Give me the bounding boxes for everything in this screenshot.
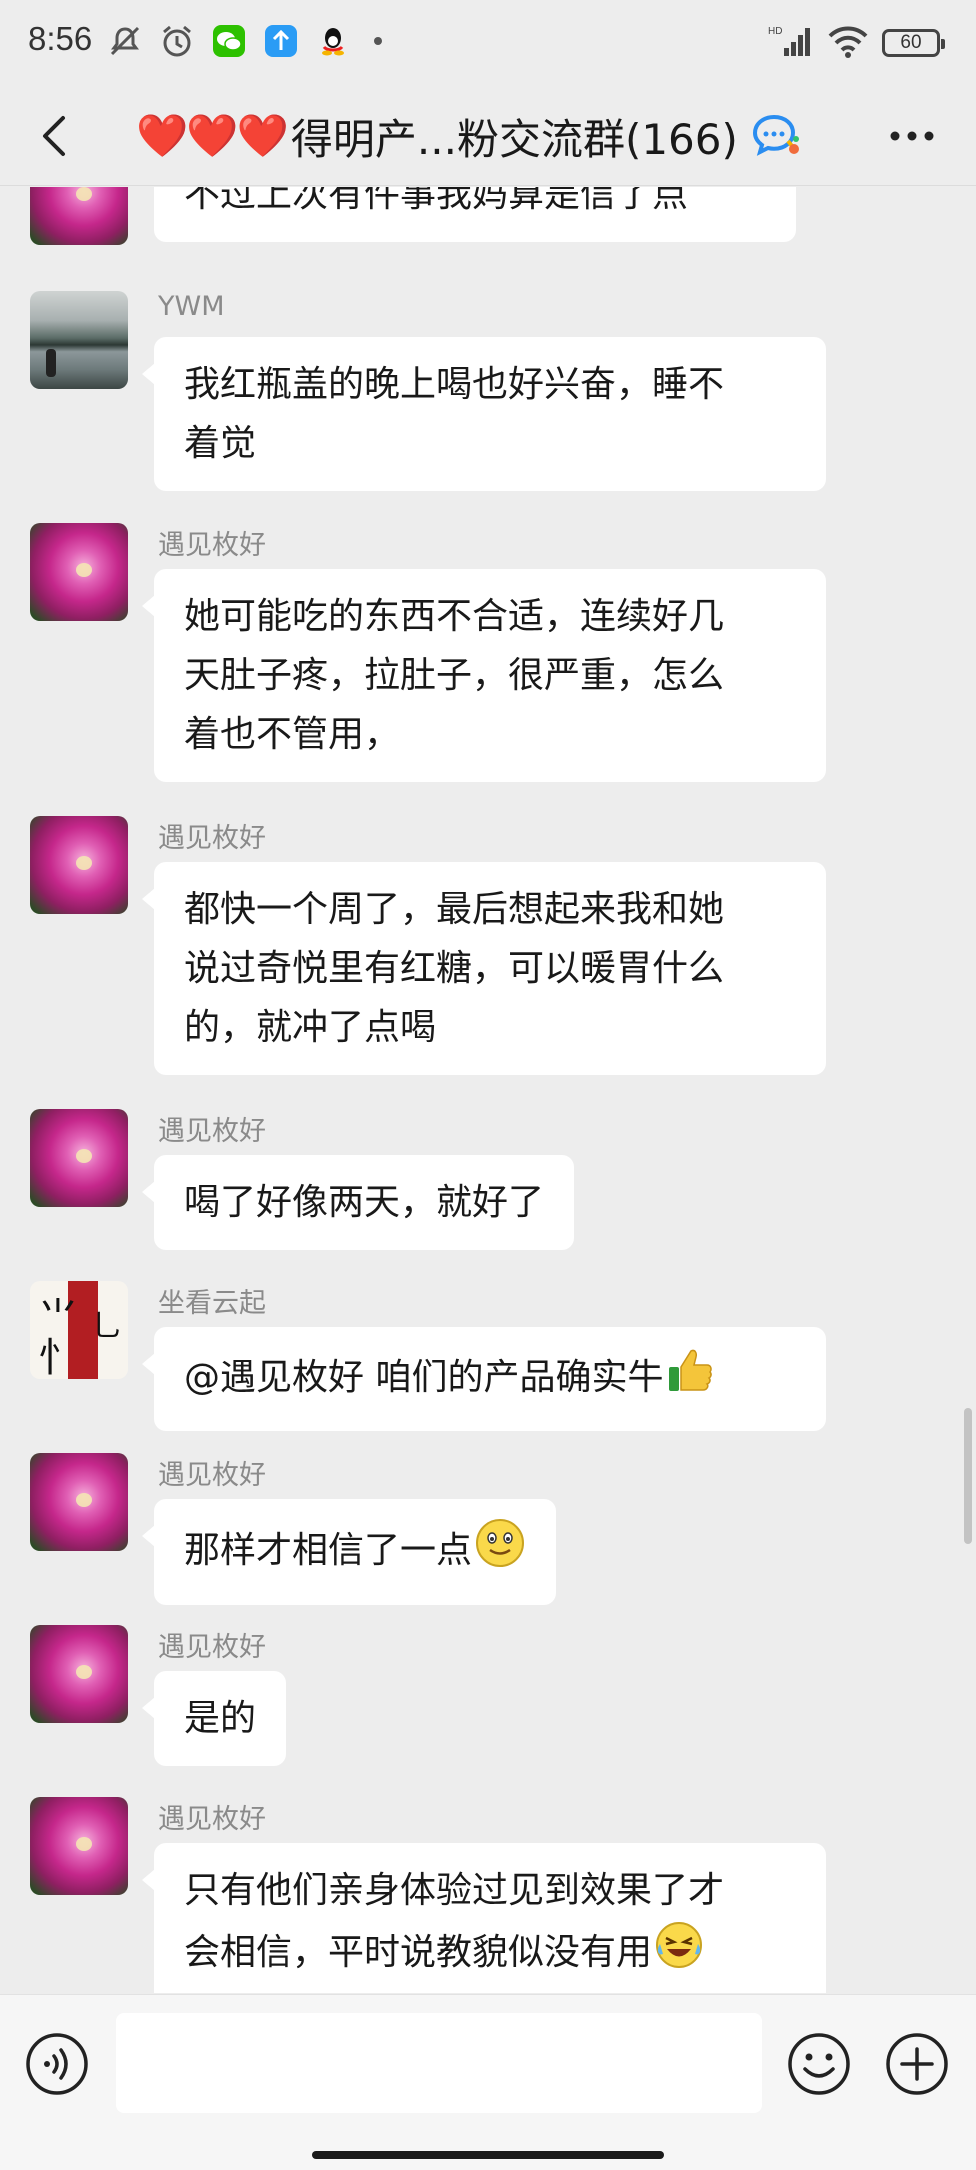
message-input[interactable] [116, 2013, 762, 2113]
signal-icon: HD [768, 24, 814, 62]
wechat-icon [210, 22, 248, 60]
message-bubble[interactable]: 她可能吃的东西不合适，连续好几 天肚子疼，拉肚子，很严重，怎么 着也不管用， [142, 569, 826, 782]
message-text-line: 着觉 [184, 423, 257, 464]
message-text-line: 说过奇悦里有红糖，可以暖胃什么 [184, 948, 725, 989]
message-bubble[interactable]: 喝了好像两天，就好了 [141, 1155, 575, 1250]
back-button[interactable] [24, 106, 84, 166]
message-text: 会相信，平时说教貌似没有用 [184, 1932, 653, 1973]
avatar[interactable] [30, 1109, 128, 1207]
message-bubble[interactable]: 只有他们亲身体验过见到效果了才 会相信，平时说教貌似没有用 [142, 1843, 826, 1993]
message-text-line: 她可能吃的东西不合适，连续好几 [184, 596, 725, 637]
avatar[interactable] [30, 1797, 128, 1895]
group-name: 得明产...粉交流群(166) [290, 114, 738, 164]
thumbs-up-emoji [665, 1345, 715, 1413]
message-text-line: 着也不管用， [184, 714, 401, 755]
more-actions-button[interactable] [884, 2031, 950, 2097]
more-options-button[interactable] [882, 108, 942, 164]
group-chat-bubble-icon [750, 110, 802, 162]
chat-header: ❤️❤️❤️ 得明产...粉交流群(166) [0, 86, 976, 186]
message-list[interactable]: 不过上次有件事我妈算是信了点 YWM 我红瓶盖的晚上喝也好兴奋，睡不 着觉 遇见… [0, 187, 976, 1993]
network-label: HD [768, 26, 782, 37]
sender-name: YWM [158, 291, 225, 322]
sender-name: 遇见枚好 [158, 530, 266, 561]
message-text-line: 喝了好像两天，就好了 [184, 1182, 545, 1223]
sender-name: 遇见枚好 [158, 1116, 266, 1147]
message-bubble[interactable]: 不过上次有件事我妈算是信了点 [154, 187, 796, 242]
message-text-line: @遇见枚好 咱们的产品确实牛 [184, 1345, 796, 1413]
message-bubble[interactable]: 那样才相信了一点 [141, 1499, 557, 1605]
avatar[interactable] [30, 523, 128, 621]
message-bubble[interactable]: 都快一个周了，最后想起来我和她 说过奇悦里有红糖，可以暖胃什么 的，就冲了点喝 [142, 862, 826, 1075]
upload-icon [262, 22, 300, 60]
message-text-line: 我红瓶盖的晚上喝也好兴奋，睡不 [184, 364, 725, 405]
input-bar [0, 1994, 976, 2170]
sender-name: 遇见枚好 [158, 1632, 266, 1663]
message-text-line: 天肚子疼，拉肚子，很严重，怎么 [184, 655, 725, 696]
emoji-face-icon [788, 2033, 850, 2095]
scrollbar[interactable] [964, 1408, 972, 1544]
status-system-icons: HD 60 [768, 24, 945, 62]
avatar[interactable]: ⺌ ⺖ ⺃ [30, 1281, 128, 1379]
message-text: @遇见枚好 咱们的产品确实牛 [184, 1357, 664, 1398]
message-text-line: 那样才相信了一点 [184, 1517, 526, 1587]
home-indicator[interactable] [312, 2151, 664, 2159]
title-hearts: ❤️❤️❤️ [136, 111, 289, 160]
smile-emoji [474, 1517, 526, 1587]
message-bubble[interactable]: 是的 [141, 1671, 287, 1766]
more-dots-icon [890, 131, 934, 141]
message-text-line: 的，就冲了点喝 [184, 1007, 437, 1048]
message-text: 那样才相信了一点 [184, 1530, 473, 1571]
wifi-icon [828, 24, 868, 62]
message-text-line: 都快一个周了，最后想起来我和她 [184, 889, 725, 930]
mute-vibrate-icon [106, 22, 144, 60]
status-bar: 8:56 HD 60 [0, 0, 976, 86]
avatar[interactable] [30, 816, 128, 914]
alarm-icon [158, 22, 196, 60]
avatar[interactable] [30, 187, 128, 245]
status-notification-icons [106, 22, 382, 60]
voice-icon [26, 2033, 88, 2095]
plus-circle-icon [886, 2033, 948, 2095]
message-text-line: 是的 [184, 1698, 257, 1739]
avatar[interactable] [30, 1625, 128, 1723]
status-time: 8:56 [28, 20, 93, 57]
qq-icon [314, 22, 352, 60]
message-bubble[interactable]: 我红瓶盖的晚上喝也好兴奋，睡不 着觉 [142, 337, 826, 491]
avatar[interactable] [30, 1453, 128, 1551]
message-text-line: 会相信，平时说教貌似没有用 [184, 1920, 796, 1988]
chat-title[interactable]: ❤️❤️❤️ 得明产...粉交流群(166) [136, 104, 802, 168]
battery-indicator: 60 [882, 29, 945, 57]
message-text-line: 只有他们亲身体验过见到效果了才 [184, 1870, 725, 1911]
message-bubble[interactable]: @遇见枚好 咱们的产品确实牛 [142, 1327, 826, 1431]
sender-name: 遇见枚好 [158, 1804, 266, 1835]
message-text-line: 不过上次有件事我妈算是信了点 [184, 187, 689, 215]
avatar[interactable] [30, 291, 128, 389]
more-notifications-dot [374, 37, 382, 45]
chevron-left-icon [43, 116, 65, 156]
sender-name: 遇见枚好 [158, 823, 266, 854]
emoji-button[interactable] [786, 2031, 852, 2097]
sender-name: 遇见枚好 [158, 1460, 266, 1491]
voice-button[interactable] [24, 2031, 90, 2097]
laugh-cry-emoji [654, 1920, 704, 1988]
sender-name: 坐看云起 [158, 1288, 266, 1319]
